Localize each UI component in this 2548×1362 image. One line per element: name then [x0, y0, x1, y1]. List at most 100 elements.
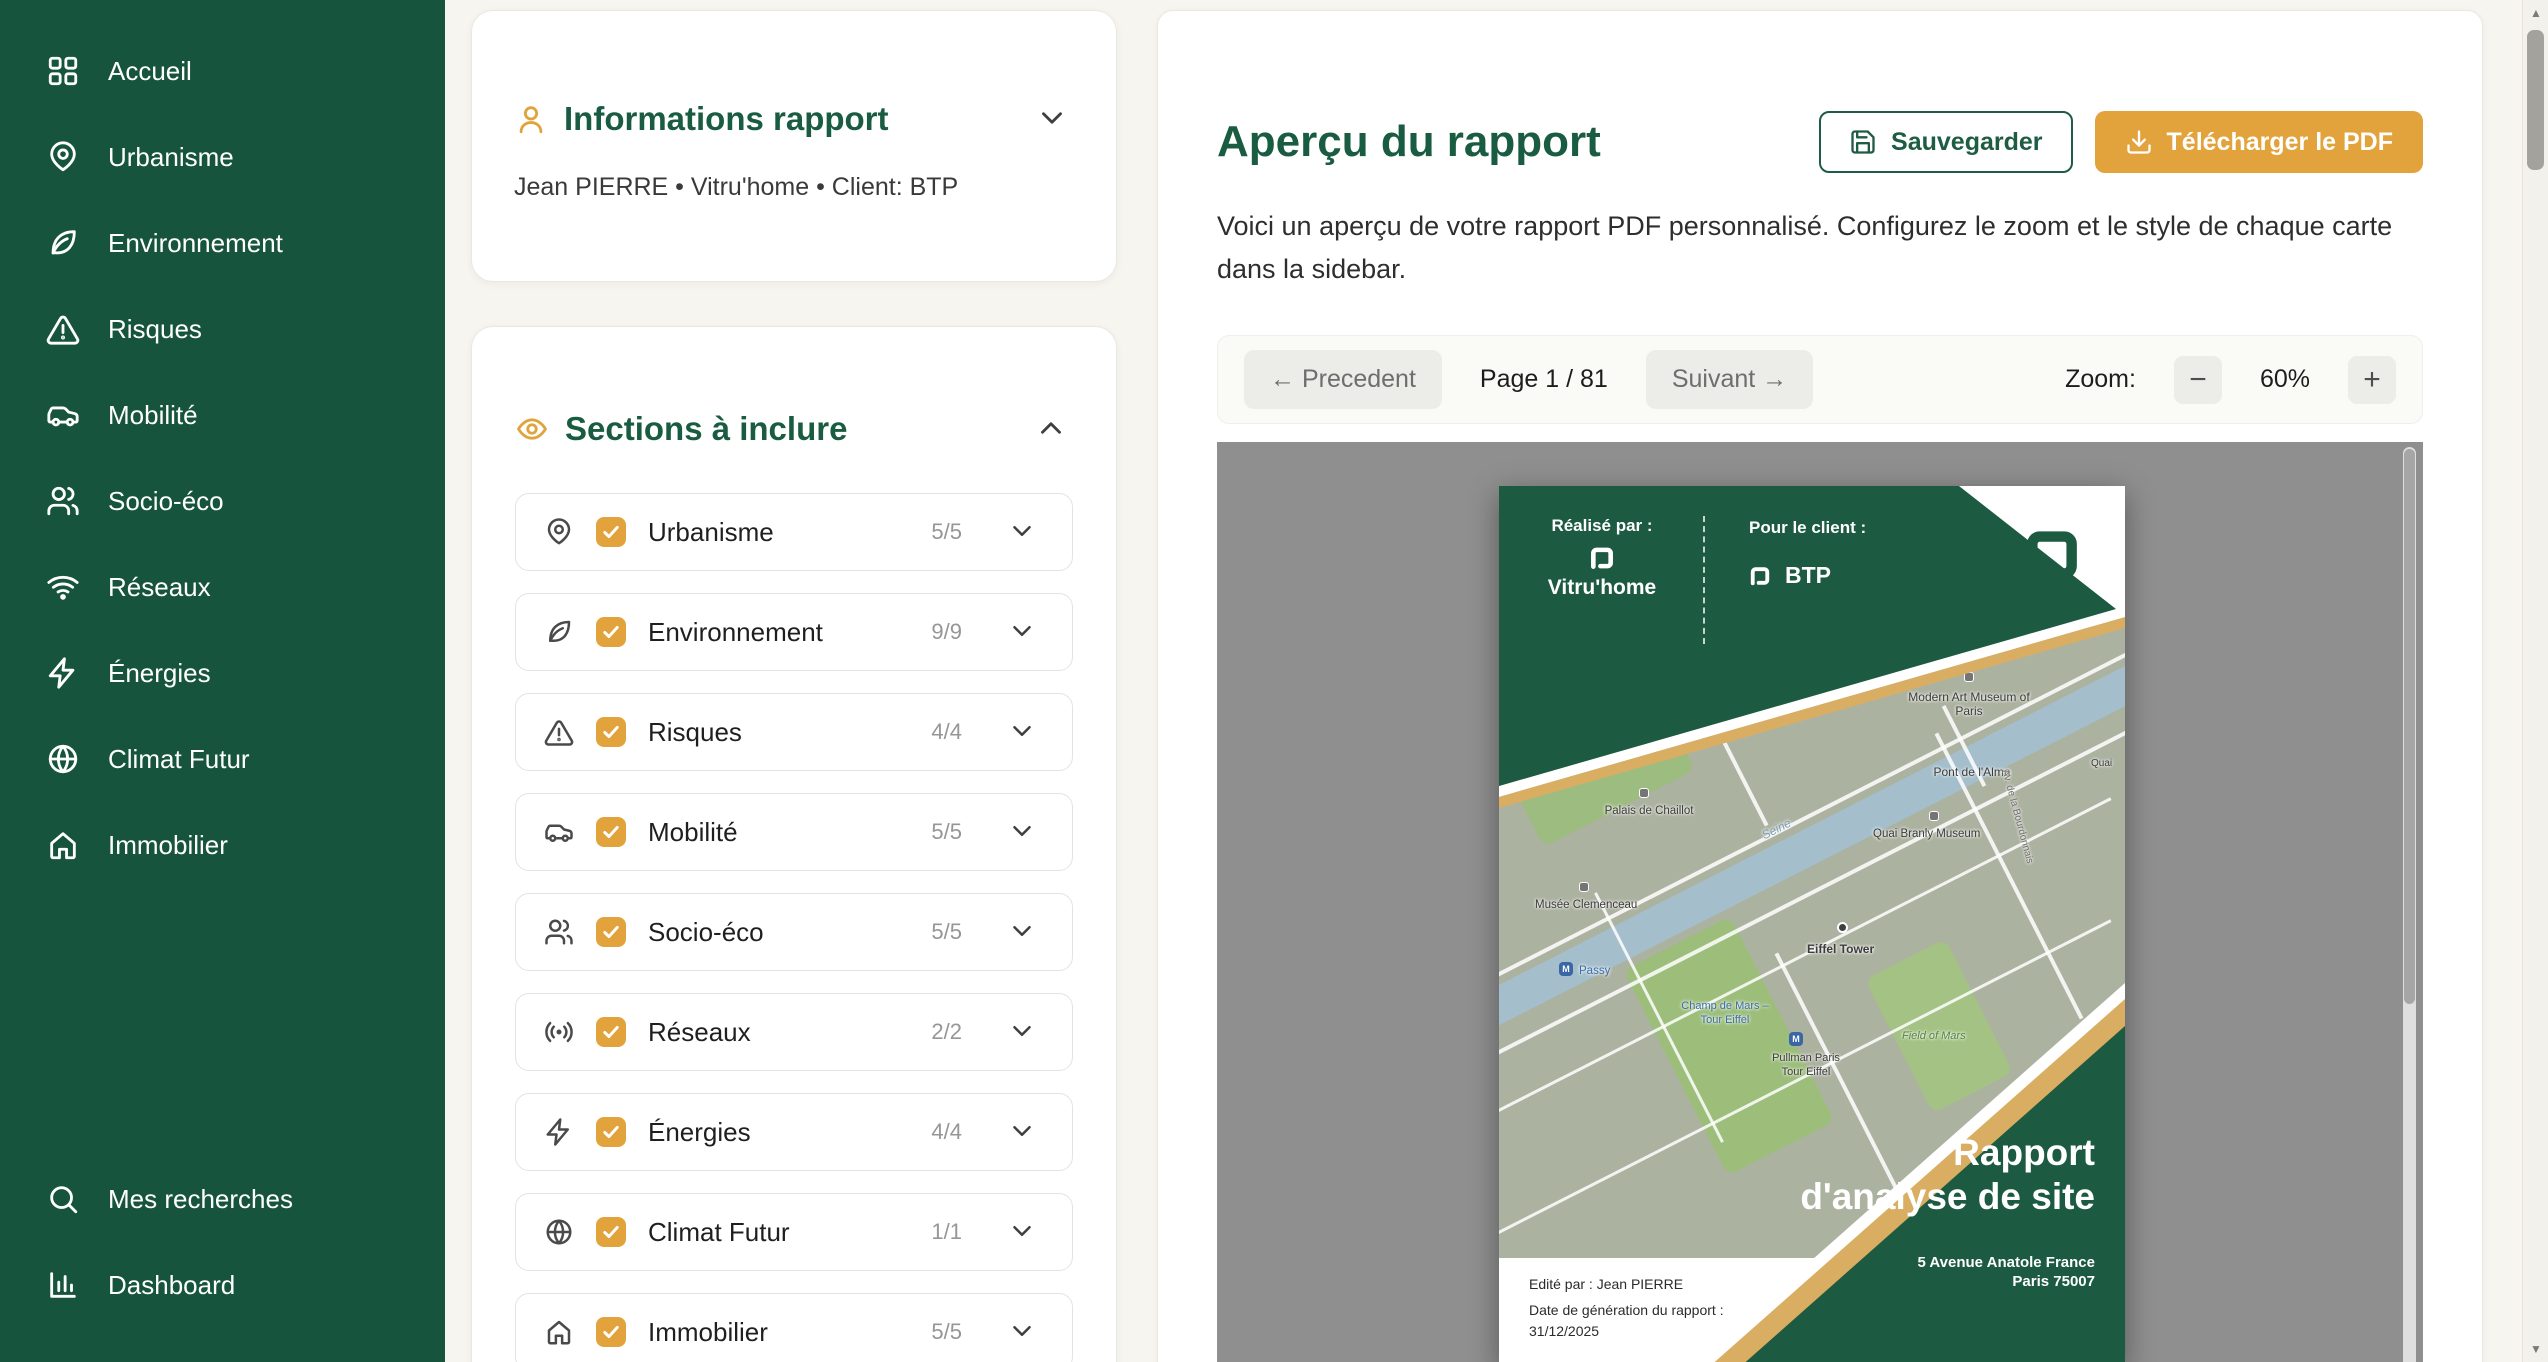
scroll-up-arrow[interactable]: ▲ — [2523, 0, 2548, 26]
section-checkbox[interactable] — [596, 1117, 626, 1147]
metro-icon: M — [1559, 962, 1573, 976]
cover-divider — [1703, 516, 1705, 644]
expand-section-button[interactable] — [1000, 910, 1044, 954]
section-row-urbanisme[interactable]: Urbanisme 5/5 — [515, 493, 1073, 571]
section-row-mobilite[interactable]: Mobilité 5/5 — [515, 793, 1073, 871]
collapse-report-info-button[interactable] — [1030, 97, 1074, 141]
section-checkbox[interactable] — [596, 1317, 626, 1347]
expand-section-button[interactable] — [1000, 710, 1044, 754]
chevron-down-icon — [1007, 1116, 1037, 1146]
people-icon — [544, 917, 574, 947]
zoom-in-button[interactable]: + — [2348, 356, 2396, 404]
scroll-down-arrow[interactable]: ▼ — [2523, 1336, 2548, 1362]
sidebar-item-label: Dashboard — [108, 1270, 235, 1301]
section-checkbox[interactable] — [596, 817, 626, 847]
window-scrollbar-thumb[interactable] — [2527, 30, 2544, 170]
section-count-badge: 5/5 — [931, 519, 962, 545]
expand-section-button[interactable] — [1000, 1310, 1044, 1354]
sidebar-item-urbanisme[interactable]: Urbanisme — [0, 114, 445, 200]
section-row-environnement[interactable]: Environnement 9/9 — [515, 593, 1073, 671]
zoom-out-button[interactable]: − — [2174, 356, 2222, 404]
section-row-climat-futur[interactable]: Climat Futur 1/1 — [515, 1193, 1073, 1271]
section-row-risques[interactable]: Risques 4/4 — [515, 693, 1073, 771]
sidebar-item-accueil[interactable]: Accueil — [0, 28, 445, 114]
sidebar-item-mes-recherches[interactable]: Mes recherches — [0, 1156, 445, 1242]
chevron-up-icon — [1034, 411, 1068, 445]
sidebar-item-label: Énergies — [108, 658, 211, 689]
sections-title: Sections à inclure — [565, 410, 1029, 448]
next-page-button[interactable]: Suivant → — [1646, 350, 1813, 409]
check-icon — [601, 722, 621, 742]
sidebar-item-dashboard[interactable]: Dashboard — [0, 1242, 445, 1328]
expand-section-button[interactable] — [1000, 1210, 1044, 1254]
expand-section-button[interactable] — [1000, 510, 1044, 554]
sidebar-item-risques[interactable]: Risques — [0, 286, 445, 372]
expand-section-button[interactable] — [1000, 810, 1044, 854]
page-indicator: Page 1 / 81 — [1480, 365, 1608, 394]
save-button[interactable]: Sauvegarder — [1819, 111, 2072, 173]
sidebar-item-energies[interactable]: Énergies — [0, 630, 445, 716]
sidebar: Accueil Urbanisme Environnement Risques … — [0, 0, 445, 1362]
report-info-title: Informations rapport — [564, 100, 1030, 138]
check-icon — [601, 1222, 621, 1242]
house-icon — [544, 1317, 574, 1347]
sidebar-item-environnement[interactable]: Environnement — [0, 200, 445, 286]
expand-section-button[interactable] — [1000, 610, 1044, 654]
sidebar-item-mobilite[interactable]: Mobilité — [0, 372, 445, 458]
sidebar-item-socio-eco[interactable]: Socio-éco — [0, 458, 445, 544]
museum-poi-icon — [1639, 788, 1649, 798]
vitruhome-mini-logo — [1589, 546, 1615, 570]
chevron-down-icon — [1007, 1216, 1037, 1246]
cover-realise-par: Réalisé par : Vitru'home — [1527, 516, 1677, 600]
edited-by: Edité par : Jean PIERRE — [1529, 1274, 1724, 1295]
section-count-badge: 4/4 — [931, 1119, 962, 1145]
window-scrollbar[interactable]: ▲ ▼ — [2522, 0, 2548, 1362]
section-checkbox[interactable] — [596, 717, 626, 747]
sidebar-item-label: Climat Futur — [108, 744, 250, 775]
bar-chart-icon — [46, 1268, 80, 1302]
expand-section-button[interactable] — [1000, 1110, 1044, 1154]
section-row-socio-eco[interactable]: Socio-éco 5/5 — [515, 893, 1073, 971]
section-checkbox[interactable] — [596, 1017, 626, 1047]
check-icon — [601, 1122, 621, 1142]
sidebar-item-reseaux[interactable]: Réseaux — [0, 544, 445, 630]
sidebar-item-label: Mes recherches — [108, 1184, 293, 1215]
section-row-reseaux[interactable]: Réseaux 2/2 — [515, 993, 1073, 1071]
pdf-cover-page: Modern Art Museum of Paris Pont de l'Alm… — [1499, 486, 2125, 1362]
section-checkbox[interactable] — [596, 517, 626, 547]
section-row-immobilier[interactable]: Immobilier 5/5 — [515, 1293, 1073, 1362]
zoom-label: Zoom: — [2065, 365, 2136, 394]
warning-triangle-icon — [544, 717, 574, 747]
bolt-icon — [544, 1117, 574, 1147]
leaf-icon — [544, 617, 574, 647]
warning-triangle-icon — [46, 312, 80, 346]
preview-toolbar: ← Precedent Page 1 / 81 Suivant → Zoom: … — [1217, 335, 2423, 424]
house-icon — [46, 828, 80, 862]
sidebar-nav: Accueil Urbanisme Environnement Risques … — [0, 28, 445, 888]
map-label: Passy — [1579, 964, 1610, 978]
bridge-line — [1720, 736, 1769, 827]
report-info-card: Informations rapport Jean PIERRE • Vitru… — [471, 10, 1117, 282]
sidebar-item-immobilier[interactable]: Immobilier — [0, 802, 445, 888]
section-count-badge: 4/4 — [931, 719, 962, 745]
download-pdf-button[interactable]: Télécharger le PDF — [2095, 111, 2423, 173]
main-content: Informations rapport Jean PIERRE • Vitru… — [445, 0, 2548, 1362]
check-icon — [601, 1322, 621, 1342]
section-row-energies[interactable]: Énergies 4/4 — [515, 1093, 1073, 1171]
sidebar-item-climat-futur[interactable]: Climat Futur — [0, 716, 445, 802]
sidebar-item-label: Urbanisme — [108, 142, 234, 173]
zoom-value: 60% — [2260, 365, 2310, 394]
collapse-sections-button[interactable] — [1029, 407, 1073, 451]
wifi-icon — [46, 570, 80, 604]
section-checkbox[interactable] — [596, 1217, 626, 1247]
people-icon — [46, 484, 80, 518]
section-checkbox[interactable] — [596, 917, 626, 947]
preview-scrollbar[interactable] — [2403, 447, 2416, 1362]
section-checkbox[interactable] — [596, 617, 626, 647]
previous-page-button[interactable]: ← Precedent — [1244, 350, 1442, 409]
invalides-park — [1865, 939, 2013, 1114]
pdf-preview-viewport[interactable]: Modern Art Museum of Paris Pont de l'Alm… — [1217, 442, 2423, 1362]
museum-poi-icon — [1929, 811, 1939, 821]
preview-scrollbar-thumb[interactable] — [2404, 449, 2415, 1004]
expand-section-button[interactable] — [1000, 1010, 1044, 1054]
